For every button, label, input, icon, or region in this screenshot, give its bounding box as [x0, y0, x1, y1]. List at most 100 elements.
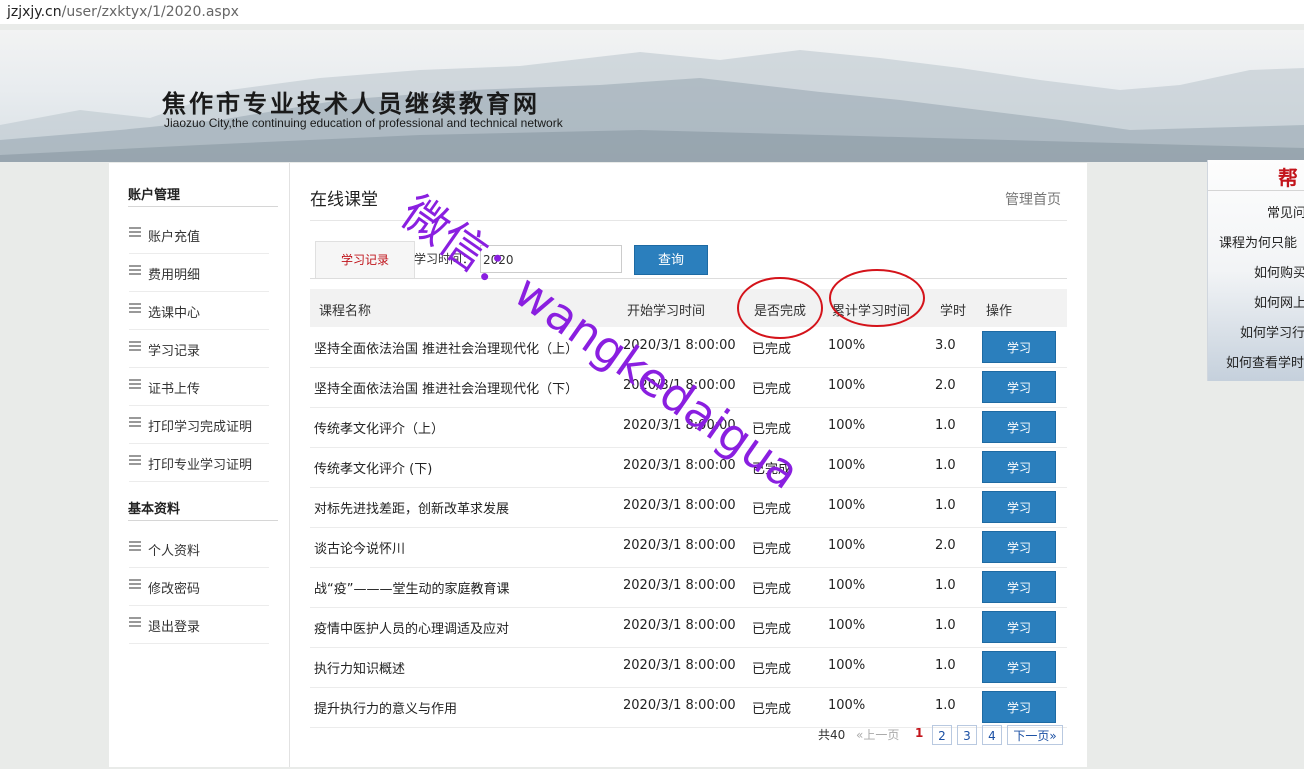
total-progress: 100% — [828, 458, 866, 473]
start-time: 2020/3/1 8:00:00 — [623, 378, 736, 393]
table-row: 对标先进找差距，创新改革求发展 2020/3/1 8:00:00 已完成 100% 1.… — [310, 487, 1067, 528]
help-item[interactable]: 如何购买 — [1254, 262, 1304, 281]
total-progress: 100% — [828, 658, 866, 673]
col-course-name: 课程名称 — [319, 304, 372, 319]
sidebar-item[interactable]: 证书上传 — [129, 368, 269, 406]
study-button[interactable]: 学习 — [982, 451, 1056, 483]
sidebar-item[interactable]: 选课中心 — [129, 292, 269, 330]
sidebar-item[interactable]: 修改密码 — [129, 568, 269, 606]
completed-status: 已完成 — [752, 502, 792, 517]
table-row: 传统孝文化评介（上） 2020/3/1 8:00:00 已完成 100% 1.0 学习 — [310, 407, 1067, 448]
credit-hours: 2.0 — [935, 378, 956, 393]
pager-page-3[interactable]: 3 — [957, 725, 977, 745]
study-button[interactable]: 学习 — [982, 651, 1056, 683]
pager-page-4[interactable]: 4 — [982, 725, 1002, 745]
credit-hours: 1.0 — [935, 658, 956, 673]
study-button[interactable]: 学习 — [982, 371, 1056, 403]
list-icon — [129, 579, 141, 589]
study-button[interactable]: 学习 — [982, 571, 1056, 603]
total-progress: 100% — [828, 578, 866, 593]
course-name: 坚持全面依法治国 推进社会治理现代化（上） — [314, 342, 579, 357]
course-name: 传统孝文化评介（上） — [314, 422, 445, 437]
course-name: 疫情中医护人员的心理调适及应对 — [314, 622, 510, 637]
sidebar-item[interactable]: 打印学习完成证明 — [129, 406, 269, 444]
total-progress: 100% — [828, 538, 866, 553]
completed-status: 已完成 — [752, 462, 792, 477]
sidebar-item[interactable]: 个人资料 — [129, 530, 269, 568]
completed-status: 已完成 — [752, 422, 792, 437]
study-button[interactable]: 学习 — [982, 491, 1056, 523]
sidebar-item[interactable]: 打印专业学习证明 — [129, 444, 269, 482]
help-item[interactable]: 如何网上 — [1254, 292, 1304, 311]
completed-status: 已完成 — [752, 662, 792, 677]
table-row: 坚持全面依法治国 推进社会治理现代化（上） 2020/3/1 8:00:00 已完成… — [310, 327, 1067, 368]
sidebar-item[interactable]: 费用明细 — [129, 254, 269, 292]
list-icon — [129, 379, 141, 389]
completed-status: 已完成 — [752, 382, 792, 397]
study-button[interactable]: 学习 — [982, 531, 1056, 563]
credit-hours: 1.0 — [935, 498, 956, 513]
study-button[interactable]: 学习 — [982, 691, 1056, 723]
divider — [128, 206, 278, 207]
credit-hours: 2.0 — [935, 538, 956, 553]
course-name: 执行力知识概述 — [314, 662, 406, 677]
list-icon — [129, 455, 141, 465]
start-time: 2020/3/1 8:00:00 — [623, 698, 736, 713]
completed-status: 已完成 — [752, 702, 792, 717]
sidebar-item[interactable]: 退出登录 — [129, 606, 269, 644]
year-input[interactable]: 2020 — [480, 245, 622, 273]
help-item[interactable]: 如何学习行 — [1240, 322, 1304, 341]
list-icon — [129, 417, 141, 427]
divider — [310, 278, 1067, 279]
study-button[interactable]: 学习 — [982, 411, 1056, 443]
sidebar-item[interactable]: 学习记录 — [129, 330, 269, 368]
total-progress: 100% — [828, 378, 866, 393]
home-link[interactable]: 管理首页 — [1005, 189, 1061, 209]
sidebar-item-label: 费用明细 — [148, 268, 201, 283]
divider — [310, 220, 1067, 221]
table-row: 传统孝文化评介 (下) 2020/3/1 8:00:00 已完成 100% 1.0 学习 — [310, 447, 1067, 488]
credit-hours: 1.0 — [935, 618, 956, 633]
sidebar-item-label: 打印学习完成证明 — [148, 420, 253, 435]
credit-hours: 1.0 — [935, 578, 956, 593]
table-header: 课程名称 开始学习时间 是否完成 累计学习时间 学时 操作 — [310, 289, 1067, 327]
start-time: 2020/3/1 8:00:00 — [623, 578, 736, 593]
sidebar-item[interactable]: 账户充值 — [129, 216, 269, 254]
study-button[interactable]: 学习 — [982, 331, 1056, 363]
start-time: 2020/3/1 8:00:00 — [623, 418, 736, 433]
course-name: 谈古论今说怀川 — [314, 542, 406, 557]
query-button[interactable]: 查询 — [634, 245, 708, 275]
sidebar: 账户管理账户充值费用明细选课中心 学习记录 证书上传打印学习完成证明 打印专业学习证明… — [109, 163, 290, 767]
completed-status: 已完成 — [752, 622, 792, 637]
sidebar-section-title: 账户管理 — [128, 188, 181, 203]
help-item[interactable]: 课程为何只能 — [1219, 232, 1297, 251]
start-time: 2020/3/1 8:00:00 — [623, 658, 736, 673]
pager-total: 共40 — [818, 728, 846, 742]
filter-label: 学习时间： — [414, 252, 475, 266]
start-time: 2020/3/1 8:00:00 — [623, 538, 736, 553]
help-item[interactable]: 常见问 — [1267, 202, 1304, 221]
col-action: 操作 — [986, 304, 1013, 319]
credit-hours: 1.0 — [935, 418, 956, 433]
total-progress: 100% — [828, 698, 866, 713]
tab-study-record[interactable]: 学习记录 — [315, 241, 415, 278]
site-subtitle: Jiaozuo City,the continuing education of… — [164, 116, 563, 130]
pager-page-2[interactable]: 2 — [932, 725, 952, 745]
list-icon — [129, 227, 141, 237]
pager-prev[interactable]: «上一页 — [856, 726, 899, 743]
help-panel: 帮 常见问 课程为何只能 如何购买 如何网上 如何学习行 如何查看学时 — [1207, 160, 1304, 381]
sidebar-item-label: 打印专业学习证明 — [148, 458, 253, 473]
table-row: 坚持全面依法治国 推进社会治理现代化（下） 2020/3/1 8:00:00 已完成… — [310, 367, 1067, 408]
col-hours: 学时 — [940, 304, 967, 319]
course-name: 战“疫”———堂生动的家庭教育课 — [314, 582, 510, 597]
address-bar[interactable]: jzjxjy.cn/user/zxktyx/1/2020.aspx — [0, 0, 1304, 24]
help-item[interactable]: 如何查看学时 — [1226, 352, 1304, 371]
table-row: 提升执行力的意义与作用 2020/3/1 8:00:00 已完成 100% 1.0 学习 — [310, 687, 1067, 728]
table-row: 执行力知识概述 2020/3/1 8:00:00 已完成 100% 1.0 学习 — [310, 647, 1067, 688]
pager-next[interactable]: 下一页» — [1007, 725, 1063, 745]
study-button[interactable]: 学习 — [982, 611, 1056, 643]
course-name: 传统孝文化评介 (下) — [314, 462, 433, 477]
completed-status: 已完成 — [752, 582, 792, 597]
main-panel: 在线课堂 管理首页 学习记录 学习时间： 2020 查询 课程名称 开始学习时间… — [290, 163, 1087, 767]
credit-hours: 3.0 — [935, 338, 956, 353]
